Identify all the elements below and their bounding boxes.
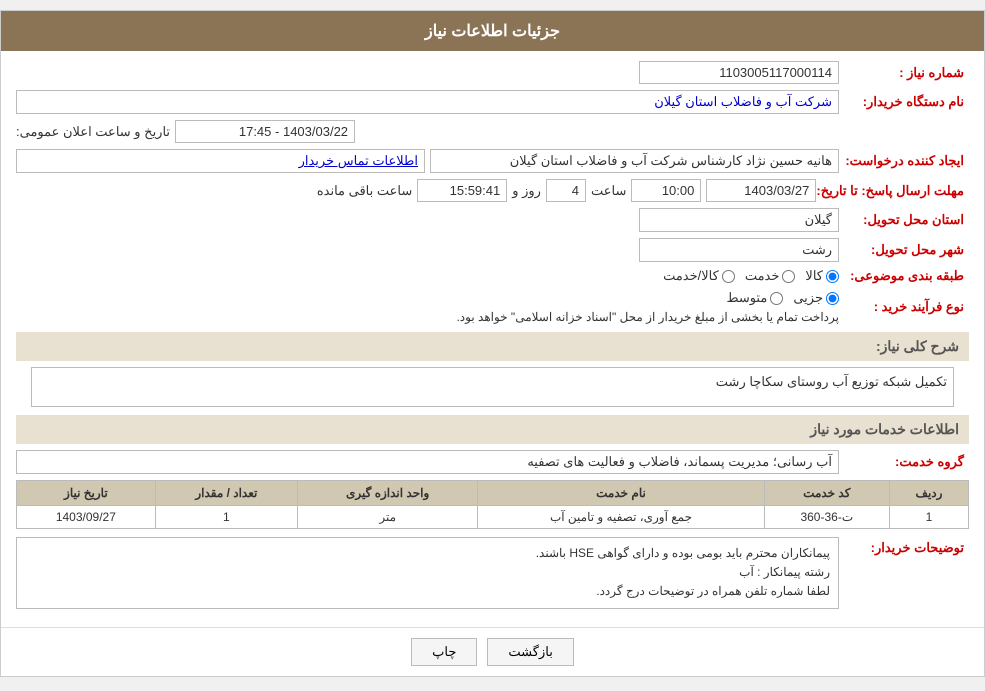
tabaqe-kala-khedmat-label: کالا/خدمت	[663, 268, 719, 284]
mohlat-rooz: 4	[546, 179, 586, 202]
tarikh-announce-label: تاریخ و ساعت اعلان عمومی:	[16, 124, 170, 140]
sharh-value: تکمیل شبکه توزیع آب روستای سکاچا رشت	[31, 367, 954, 407]
creator-value: هانیه حسین نژاد کارشناس شرکت آب و فاضلاب…	[430, 149, 839, 173]
nam-dastgah-value: شرکت آب و فاضلاب استان گیلان	[16, 90, 839, 114]
process-jozi: جزیی	[793, 290, 839, 306]
process-motavasset-radio[interactable]	[770, 292, 783, 305]
page-title: جزئیات اطلاعات نیاز	[1, 11, 984, 51]
mohlat-date: 1403/03/27	[706, 179, 816, 202]
process-jozi-radio[interactable]	[826, 292, 839, 305]
bottom-buttons: بازگشت چاپ	[1, 627, 984, 676]
sharh-content: تکمیل شبکه توزیع آب روستای سکاچا رشت	[16, 367, 969, 407]
service-group-row: گروه خدمت: آب رسانی؛ مدیریت پسماند، فاضل…	[16, 450, 969, 474]
col-date: تاریخ نیاز	[17, 481, 156, 506]
tabaqe-khedmat: خدمت	[745, 268, 796, 284]
sharh-section: شرح کلی نیاز: تکمیل شبکه توزیع آب روستای…	[16, 332, 969, 407]
mohlat-rooz-label: روز و	[512, 183, 541, 199]
process-group: جزیی متوسط	[726, 290, 839, 306]
shahr-row: شهر محل تحویل: رشت	[16, 238, 969, 262]
table-row: 1ت-36-360جمع آوری، تصفیه و تامین آبمتر11…	[17, 506, 969, 529]
process-row: نوع فرآیند خرید : جزیی متوسط پرداخت تمام…	[16, 290, 969, 324]
tabaqe-kala: کالا	[805, 268, 839, 284]
mohlat-saat: 10:00	[631, 179, 701, 202]
shomara-row: شماره نیاز : 1103005117000114	[16, 61, 969, 84]
process-label: نوع فرآیند خرید :	[839, 299, 969, 315]
col-name: نام خدمت	[478, 481, 764, 506]
tabaqe-kala-label: کالا	[805, 268, 823, 284]
notes-label: توضیحات خریدار:	[839, 537, 969, 556]
ostan-label: استان محل تحویل:	[839, 212, 969, 228]
mohlat-remaining-label: ساعت باقی مانده	[317, 183, 412, 199]
col-count: تعداد / مقدار	[155, 481, 297, 506]
mohlat-label: مهلت ارسال پاسخ: تا تاریخ:	[816, 183, 969, 199]
mohlat-remaining: 15:59:41	[417, 179, 507, 202]
cell-radif: 1	[890, 506, 969, 529]
sharh-header: شرح کلی نیاز:	[16, 332, 969, 361]
process-note: پرداخت تمام یا بخشی از مبلغ خریدار از مح…	[456, 310, 839, 324]
cell-date: 1403/09/27	[17, 506, 156, 529]
service-group-value: آب رسانی؛ مدیریت پسماند، فاضلاب و فعالیت…	[16, 450, 839, 474]
tabaqe-kala-khedmat-radio[interactable]	[722, 270, 735, 283]
shahr-value: رشت	[639, 238, 839, 262]
content-area: شماره نیاز : 1103005117000114 نام دستگاه…	[1, 51, 984, 627]
tabaqe-khedmat-label: خدمت	[745, 268, 780, 284]
shomara-label: شماره نیاز :	[839, 65, 969, 81]
service-info-header: اطلاعات خدمات مورد نیاز	[16, 415, 969, 444]
tabaqe-group: کالا خدمت کالا/خدمت	[663, 268, 839, 284]
shomara-value: 1103005117000114	[639, 61, 839, 84]
table-header-row: ردیف کد خدمت نام خدمت واحد اندازه گیری ت…	[17, 481, 969, 506]
shahr-label: شهر محل تحویل:	[839, 242, 969, 258]
page-wrapper: جزئیات اطلاعات نیاز شماره نیاز : 1103005…	[0, 10, 985, 677]
process-motavasset: متوسط	[726, 290, 783, 306]
back-button[interactable]: بازگشت	[487, 638, 573, 666]
creator-label: ایجاد کننده درخواست:	[839, 153, 969, 169]
process-jozi-label: جزیی	[793, 290, 823, 306]
ostan-row: استان محل تحویل: گیلان	[16, 208, 969, 232]
mohlat-row: مهلت ارسال پاسخ: تا تاریخ: 1403/03/27 10…	[16, 179, 969, 202]
tabaqe-row: طبقه بندی موضوعی: کالا خدمت کالا/خدمت	[16, 268, 969, 284]
contact-link[interactable]: اطلاعات تماس خریدار	[16, 149, 425, 173]
process-motavasset-label: متوسط	[726, 290, 767, 306]
col-radif: ردیف	[890, 481, 969, 506]
notes-value: پیمانکاران محترم باید بومی بوده و دارای …	[16, 537, 839, 609]
tarikh-row: نام دستگاه خریدار: شرکت آب و فاضلاب استا…	[16, 90, 969, 114]
tabaqe-kala-radio[interactable]	[826, 270, 839, 283]
cell-kod: ت-36-360	[764, 506, 889, 529]
tarikh-value: 1403/03/22 - 17:45	[175, 120, 355, 143]
cell-count: 1	[155, 506, 297, 529]
tabaqe-khedmat-radio[interactable]	[782, 270, 795, 283]
col-kod: کد خدمت	[764, 481, 889, 506]
service-group-label: گروه خدمت:	[839, 454, 969, 470]
tabaqe-kala-khedmat: کالا/خدمت	[663, 268, 735, 284]
notes-row: توضیحات خریدار: پیمانکاران محترم باید بو…	[16, 537, 969, 609]
cell-unit: متر	[297, 506, 477, 529]
ostan-value: گیلان	[639, 208, 839, 232]
print-button[interactable]: چاپ	[411, 638, 477, 666]
tabaqe-label: طبقه بندی موضوعی:	[839, 268, 969, 284]
services-table: ردیف کد خدمت نام خدمت واحد اندازه گیری ت…	[16, 480, 969, 529]
col-unit: واحد اندازه گیری	[297, 481, 477, 506]
mohlat-saat-label: ساعت	[591, 183, 626, 199]
announce-row: 1403/03/22 - 17:45 تاریخ و ساعت اعلان عم…	[16, 120, 969, 143]
tarikh-label: نام دستگاه خریدار:	[839, 94, 969, 110]
creator-row: ایجاد کننده درخواست: هانیه حسین نژاد کار…	[16, 149, 969, 173]
cell-name: جمع آوری، تصفیه و تامین آب	[478, 506, 764, 529]
